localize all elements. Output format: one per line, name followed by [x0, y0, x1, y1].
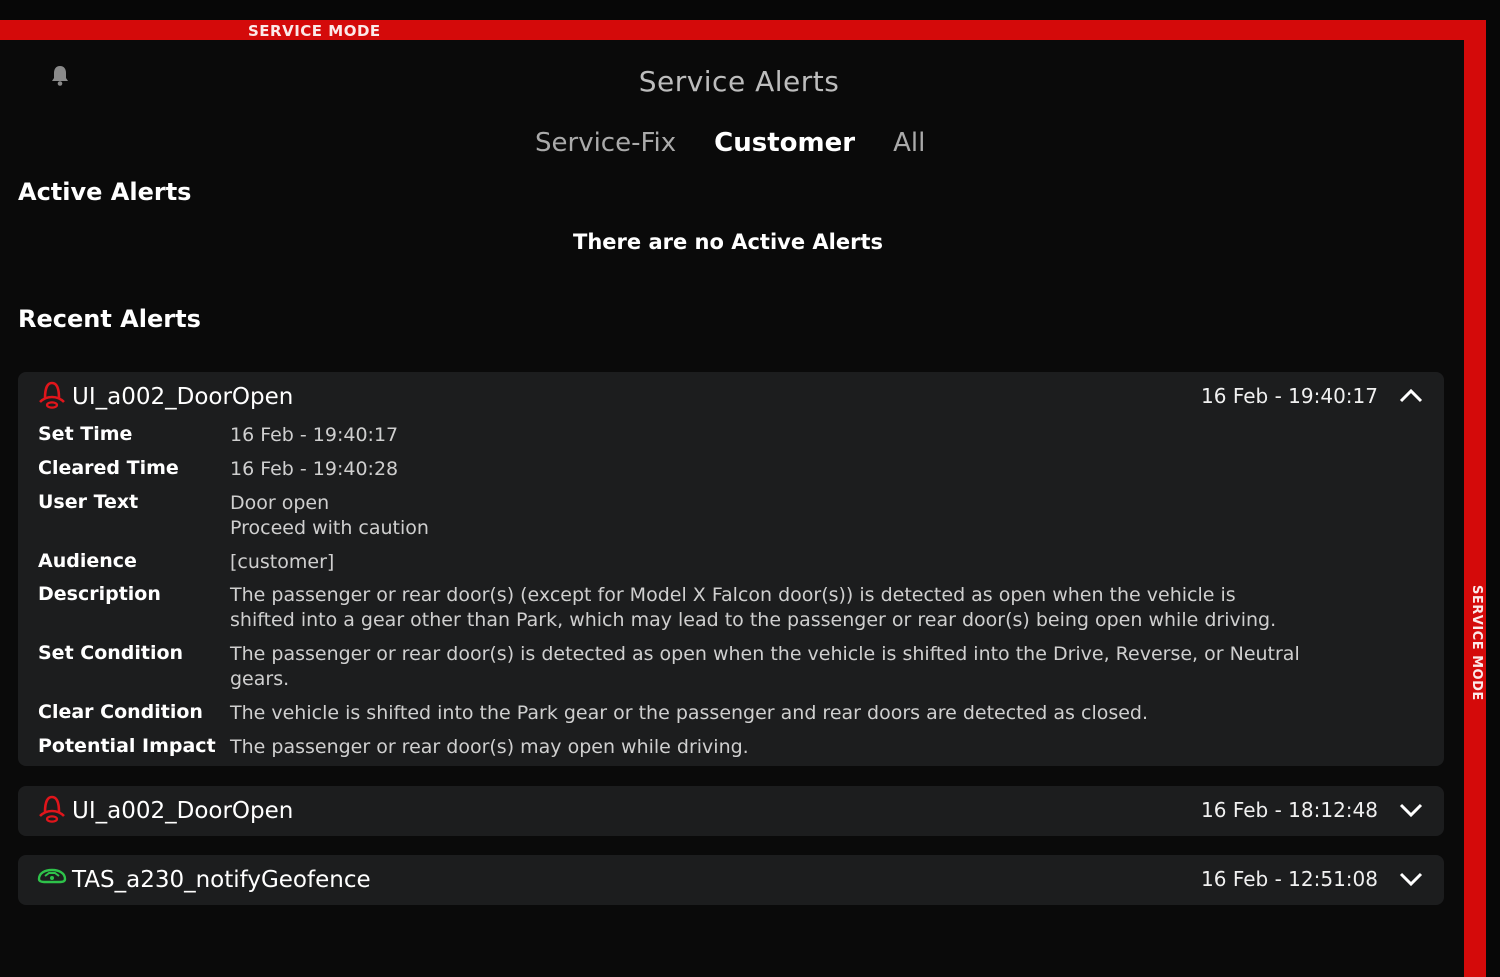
alert-card-collapsed[interactable]: UI_a002_DoorOpen 16 Feb - 18:12:48: [18, 786, 1444, 836]
detail-label: Description: [38, 583, 161, 605]
alert-filter-tabs: Service-Fix Customer All: [535, 128, 925, 158]
alert-name: UI_a002_DoorOpen: [72, 384, 294, 410]
detail-label: Potential Impact: [38, 735, 216, 757]
detail-line: Door open: [230, 492, 330, 514]
detail-value: The vehicle is shifted into the Park gea…: [230, 701, 1410, 726]
no-active-alerts-message: There are no Active Alerts: [573, 230, 883, 254]
detail-line: gears.: [230, 668, 290, 690]
detail-label: Cleared Time: [38, 457, 179, 479]
door-open-icon: [36, 378, 68, 410]
alert-card-header[interactable]: TAS_a230_notifyGeofence 16 Feb - 12:51:0…: [18, 855, 1444, 905]
detail-line: The vehicle is shifted into the Park gea…: [230, 702, 1149, 724]
chevron-up-icon[interactable]: [1398, 384, 1424, 408]
service-mode-frame-right: [1464, 20, 1486, 977]
tab-customer[interactable]: Customer: [714, 128, 855, 158]
detail-label: User Text: [38, 491, 139, 513]
detail-value: The passenger or rear door(s) may open w…: [230, 735, 1410, 760]
detail-label: Set Time: [38, 423, 133, 445]
service-mode-frame-top: [0, 20, 1486, 40]
alert-name: TAS_a230_notifyGeofence: [72, 867, 371, 893]
alert-card-collapsed[interactable]: TAS_a230_notifyGeofence 16 Feb - 12:51:0…: [18, 855, 1444, 905]
chevron-down-icon[interactable]: [1398, 798, 1424, 822]
detail-line: Proceed with caution: [230, 517, 429, 539]
alert-card-header[interactable]: UI_a002_DoorOpen 16 Feb - 19:40:17: [18, 372, 1444, 422]
detail-line: 16 Feb - 19:40:28: [230, 458, 399, 480]
alert-card-header[interactable]: UI_a002_DoorOpen 16 Feb - 18:12:48: [18, 786, 1444, 836]
detail-value: The passenger or rear door(s) is detecte…: [230, 642, 1410, 692]
tab-service-fix[interactable]: Service-Fix: [535, 128, 676, 158]
detail-value: Door open Proceed with caution: [230, 491, 1410, 541]
recent-alerts-heading: Recent Alerts: [18, 305, 201, 333]
detail-line: The passenger or rear door(s) (except fo…: [230, 584, 1236, 606]
detail-line: The passenger or rear door(s) is detecte…: [230, 643, 1300, 665]
vehicle-geofence-icon: [36, 861, 68, 893]
detail-label: Set Condition: [38, 642, 184, 664]
service-mode-label-top: SERVICE MODE: [248, 22, 381, 40]
alert-time: 16 Feb - 12:51:08: [1201, 867, 1378, 891]
detail-value: [customer]: [230, 550, 1410, 575]
tab-all[interactable]: All: [893, 128, 925, 158]
page-title: Service Alerts: [638, 65, 840, 98]
detail-value: 16 Feb - 19:40:17: [230, 423, 1410, 448]
active-alerts-heading: Active Alerts: [18, 178, 192, 206]
detail-value: 16 Feb - 19:40:28: [230, 457, 1410, 482]
alert-time: 16 Feb - 18:12:48: [1201, 798, 1378, 822]
service-mode-label-side: SERVICE MODE: [1469, 585, 1484, 701]
alert-name: UI_a002_DoorOpen: [72, 798, 294, 824]
detail-line: 16 Feb - 19:40:17: [230, 424, 399, 446]
detail-label: Clear Condition: [38, 701, 203, 723]
door-open-icon: [36, 792, 68, 824]
detail-line: shifted into a gear other than Park, whi…: [230, 609, 1277, 631]
chevron-down-icon[interactable]: [1398, 867, 1424, 891]
detail-label: Audience: [38, 550, 137, 572]
alert-card-expanded: UI_a002_DoorOpen 16 Feb - 19:40:17 Set T…: [18, 372, 1444, 766]
detail-line: [customer]: [230, 551, 335, 573]
alert-time: 16 Feb - 19:40:17: [1201, 384, 1378, 408]
detail-value: The passenger or rear door(s) (except fo…: [230, 583, 1410, 633]
detail-line: The passenger or rear door(s) may open w…: [230, 736, 749, 758]
